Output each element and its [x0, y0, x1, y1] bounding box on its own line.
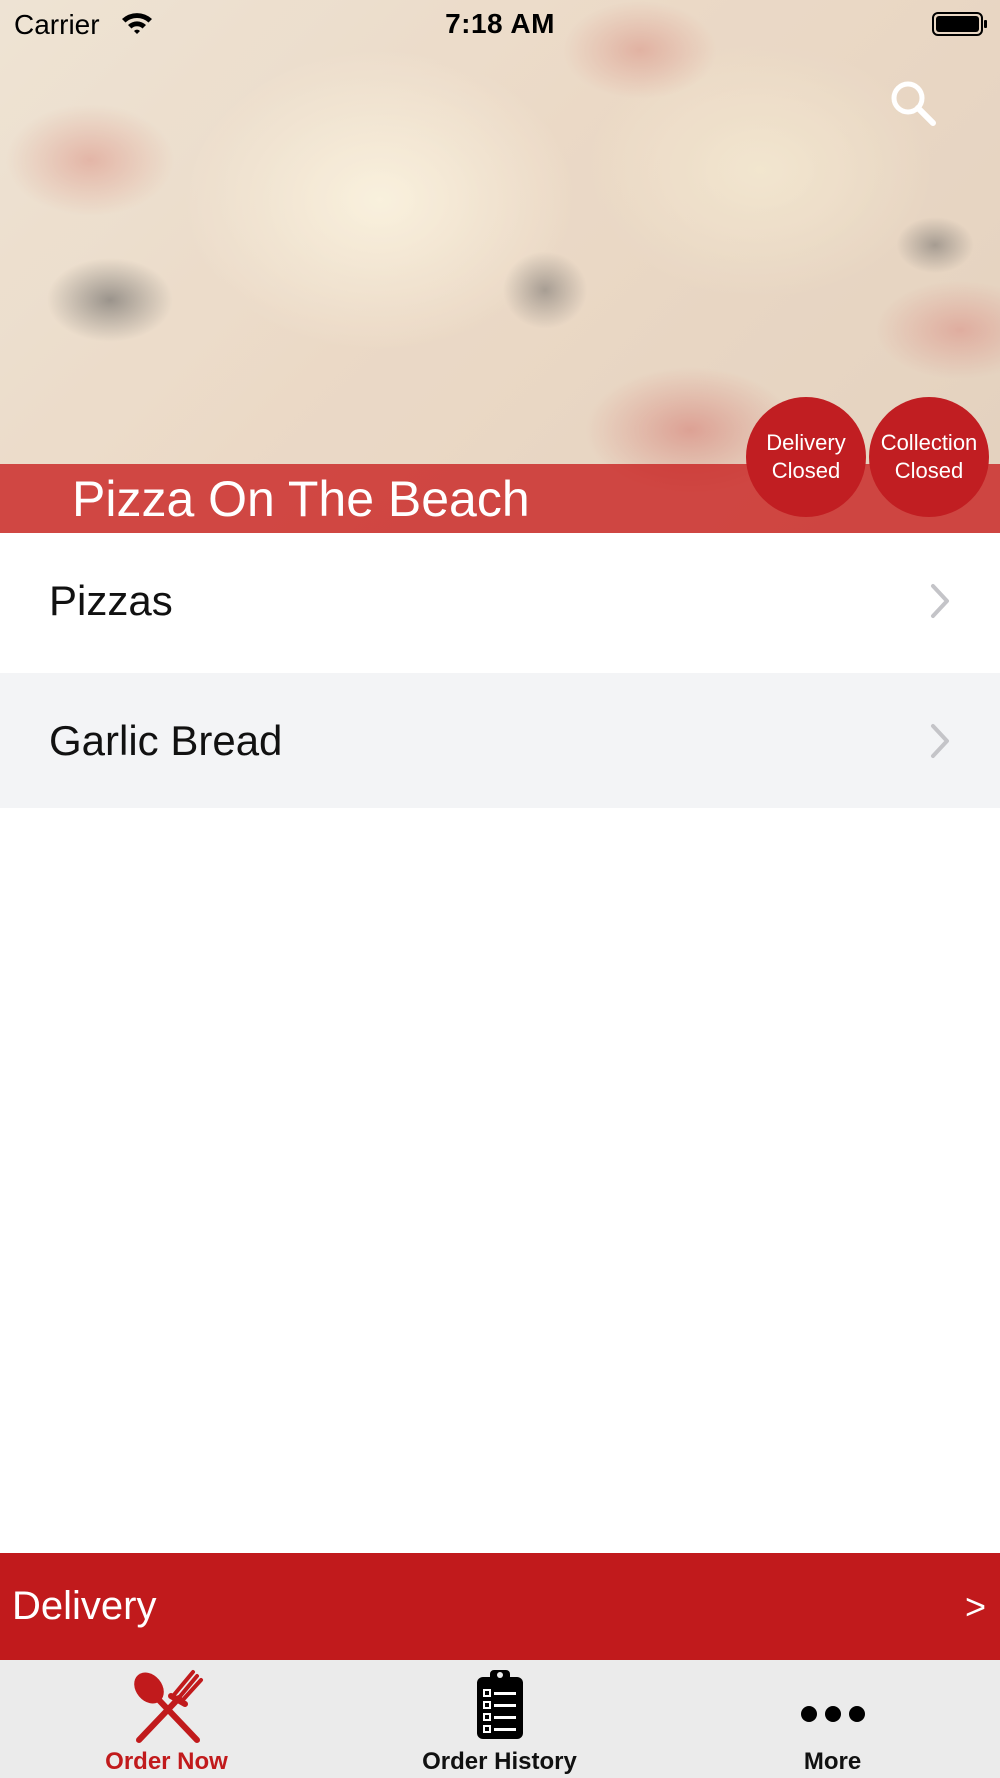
clock: 7:18 AM [445, 8, 555, 39]
search-icon[interactable] [888, 78, 938, 128]
delivery-mode-button[interactable]: Delivery > [0, 1553, 1000, 1660]
badge-line: Closed [894, 458, 964, 483]
more-dots-icon [800, 1706, 865, 1722]
tab-label: More [803, 1748, 862, 1775]
tab-more[interactable]: More [666, 1660, 999, 1778]
delivery-status-badge: Delivery Closed [746, 397, 866, 517]
header-image: Carrier 7:18 AM Pizza On The Beach Deliv… [0, 0, 1000, 533]
tab-label: Order History [422, 1748, 577, 1775]
tab-order-history[interactable]: Order History [333, 1660, 666, 1778]
arrow-right-icon: > [964, 1586, 986, 1627]
delivery-mode-label: Delivery [12, 1584, 157, 1628]
category-label: Pizzas [49, 577, 173, 624]
category-label: Garlic Bread [49, 717, 283, 764]
battery-icon [932, 12, 987, 36]
chevron-right-icon [931, 724, 949, 758]
fork-knife-icon [133, 1670, 203, 1743]
category-row-garlic-bread[interactable]: Garlic Bread [0, 673, 1000, 808]
badge-line: Delivery [766, 430, 846, 455]
tab-order-now[interactable]: Order Now [0, 1660, 333, 1778]
badge-line: Closed [771, 458, 841, 483]
category-row-pizzas[interactable]: Pizzas [0, 533, 1000, 668]
restaurant-name: Pizza On The Beach [72, 471, 530, 527]
badge-line: Collection [880, 430, 978, 455]
status-bar: Carrier 7:18 AM [0, 0, 1000, 52]
chevron-right-icon [931, 584, 949, 618]
tab-bar: Order Now Order History More [0, 1660, 1000, 1778]
clipboard-list-icon [476, 1670, 523, 1739]
tab-label: Order Now [105, 1748, 228, 1775]
collection-status-badge: Collection Closed [869, 397, 989, 517]
